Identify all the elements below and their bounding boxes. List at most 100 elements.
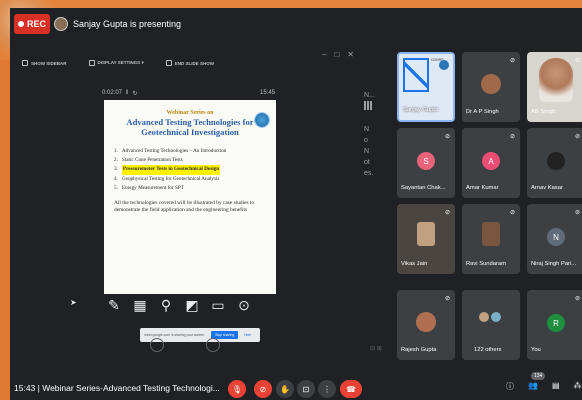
show-sidebar-button[interactable]: SHOW SIDEBAR — [22, 60, 67, 66]
pause-icon[interactable]: ‖ — [126, 90, 128, 97]
participant-tile[interactable]: CDHRS Sanjay Gupta — [397, 52, 455, 122]
participant-tile[interactable]: ⊘ Vikas Jain — [397, 204, 455, 274]
participant-tile[interactable]: ⊘ A Amar Kumar — [462, 128, 520, 198]
meeting-time-title: 15:43 | Webinar Series-Advanced Testing … — [14, 383, 220, 393]
pointer-icon[interactable]: ◩ — [184, 297, 200, 313]
recording-badge: REC — [14, 14, 50, 34]
slide-title: Advanced Testing Technologies for Geotec… — [126, 117, 254, 137]
raise-hand-button[interactable]: ✋ — [276, 380, 294, 398]
avatar — [481, 74, 501, 94]
participant-tile[interactable]: ⊘ Arnav Kasar — [527, 128, 582, 198]
restore-icon[interactable]: □ — [334, 50, 339, 59]
participant-tile[interactable]: ⊘ Ravi Sundaram — [462, 204, 520, 274]
notes-controls[interactable]: ⊟ ⊞ — [370, 345, 382, 352]
others-tile[interactable]: 122 others — [462, 290, 520, 360]
participant-name: Sayantan Chak... — [401, 185, 446, 191]
organization-logo-icon — [254, 112, 270, 128]
mic-toggle-button[interactable]: 🎙 — [228, 380, 246, 398]
chat-icon[interactable]: ▤ — [552, 381, 560, 392]
participant-tile[interactable]: ⊘ Dr A P Singh — [462, 52, 520, 122]
record-dot-icon — [17, 21, 24, 27]
participant-name: Vikas Jain — [401, 261, 428, 267]
list-item-highlighted: 3. Pressuremeter Tests in Geotechnical De… — [114, 165, 266, 175]
avatar — [547, 152, 565, 170]
mic-off-icon: ⊘ — [444, 296, 450, 302]
participant-name: AB Singh — [531, 109, 556, 115]
avatar: A — [482, 152, 500, 170]
mic-off-icon: ⊘ — [444, 210, 450, 216]
reset-icon[interactable]: ↻ — [133, 90, 138, 97]
avatar: R — [547, 314, 565, 332]
slides-grid-icon[interactable]: ▦ — [132, 297, 148, 313]
avatar — [417, 222, 435, 246]
end-icon — [165, 60, 172, 66]
shared-logo-icon — [403, 58, 429, 92]
magnifier-icon[interactable]: ⚲ — [158, 297, 174, 313]
participant-name: Arnav Kasar — [531, 185, 563, 191]
display-settings-button[interactable]: DISPLAY SETTINGS ▾ — [88, 60, 144, 66]
close-icon[interactable]: ✕ — [347, 50, 354, 59]
leave-call-button[interactable]: ☎ — [340, 380, 362, 398]
sharing-message: meet.google.com is sharing your screen. — [144, 333, 206, 337]
mic-off-icon: ⊘ — [574, 134, 580, 140]
participant-name: You — [531, 347, 541, 353]
presenter-timer: 0:02:07 ‖ ↻ — [102, 90, 138, 97]
participant-name: Amar Kumar — [466, 185, 499, 191]
mic-off-icon: ⊘ — [509, 210, 515, 216]
sidebar-icon — [22, 60, 28, 66]
meet-window: REC Sanjay Gupta is presenting SHOW SIDE… — [10, 8, 582, 400]
info-icon[interactable]: ⓘ — [506, 381, 514, 392]
mic-off-icon: ⊘ — [509, 134, 515, 140]
side-panel-controls: ⓘ 👥 ▤ ⁂ — [506, 381, 582, 392]
avatar: S — [417, 152, 435, 170]
mic-off-icon: ⊘ — [574, 58, 580, 64]
list-item: 1. Advanced Testing Technologies – An Int… — [114, 148, 227, 154]
participant-name: Dr A P Singh — [466, 109, 499, 115]
slide-toolbar: SHOW SIDEBAR DISPLAY SETTINGS ▾ END SLID… — [22, 60, 214, 66]
people-icon[interactable]: 👥 — [528, 381, 538, 392]
self-tile[interactable]: ⊘ R You — [527, 290, 582, 360]
settings-icon — [88, 60, 95, 66]
mic-off-icon: ⊘ — [444, 134, 450, 140]
end-slideshow-button[interactable]: END SLIDE SHOW — [165, 60, 214, 66]
camera-video — [539, 58, 573, 102]
avatar: N — [547, 228, 565, 246]
minimize-icon[interactable]: – — [322, 50, 326, 59]
participant-tile[interactable]: ⊘ Rajesh Gupta — [397, 290, 455, 360]
pen-icon[interactable]: ✎ — [106, 297, 122, 313]
previous-slide-icon[interactable] — [150, 338, 164, 352]
more-options-icon[interactable]: ⊙ — [236, 297, 252, 313]
mouse-cursor-icon: ➤ — [70, 298, 77, 307]
meeting-controls-bar: 15:43 | Webinar Series-Advanced Testing … — [10, 372, 582, 400]
participant-name: Rajesh Gupta — [401, 347, 437, 353]
qr-code-icon — [364, 101, 373, 110]
slide-subtitle: Webinar Series on — [166, 110, 214, 116]
organization-logo-icon — [439, 60, 449, 70]
list-item: 5. Energy Measurement for SPT — [114, 184, 184, 191]
slide-topic-list: 1. Advanced Testing Technologies – An Int… — [114, 147, 266, 193]
participant-tile[interactable]: ⊘ S Sayantan Chak... — [397, 128, 455, 198]
present-button[interactable]: ⊡ — [297, 380, 315, 398]
list-item: 2. Static Cone Penetration Tests — [114, 157, 183, 164]
hide-banner-button[interactable]: Hide — [244, 333, 251, 337]
participant-tile[interactable]: ⊘ N Niraj Singh Pari... — [527, 204, 582, 274]
next-slide-icon[interactable] — [206, 338, 220, 352]
mic-off-icon: ⊘ — [509, 58, 515, 64]
presentation-slide: Webinar Series on Advanced Testing Techn… — [104, 100, 276, 294]
activities-icon[interactable]: ⁂ — [574, 381, 582, 392]
presenter-avatar — [54, 17, 68, 31]
more-options-button[interactable]: ⋮ — [318, 380, 336, 398]
participant-name: Niraj Singh Pari... — [531, 261, 577, 267]
subtitles-icon[interactable]: ▭ — [210, 297, 226, 313]
camera-toggle-button[interactable]: ⊘ — [254, 380, 272, 398]
window-controls: – □ ✕ — [322, 50, 354, 59]
presenter-clock: 15:45 — [260, 90, 276, 96]
participant-tile[interactable]: ⊘ AB Singh — [527, 52, 582, 122]
rec-label: REC — [26, 19, 46, 29]
participant-name: Ravi Sundaram — [466, 261, 506, 267]
slide-nav-controls — [150, 338, 220, 352]
slide-tools: ✎ ▦ ⚲ ◩ ▭ ⊙ — [106, 297, 252, 313]
avatar — [482, 222, 500, 246]
mic-off-icon: ⊘ — [574, 296, 580, 302]
others-count: 122 others — [474, 347, 502, 353]
